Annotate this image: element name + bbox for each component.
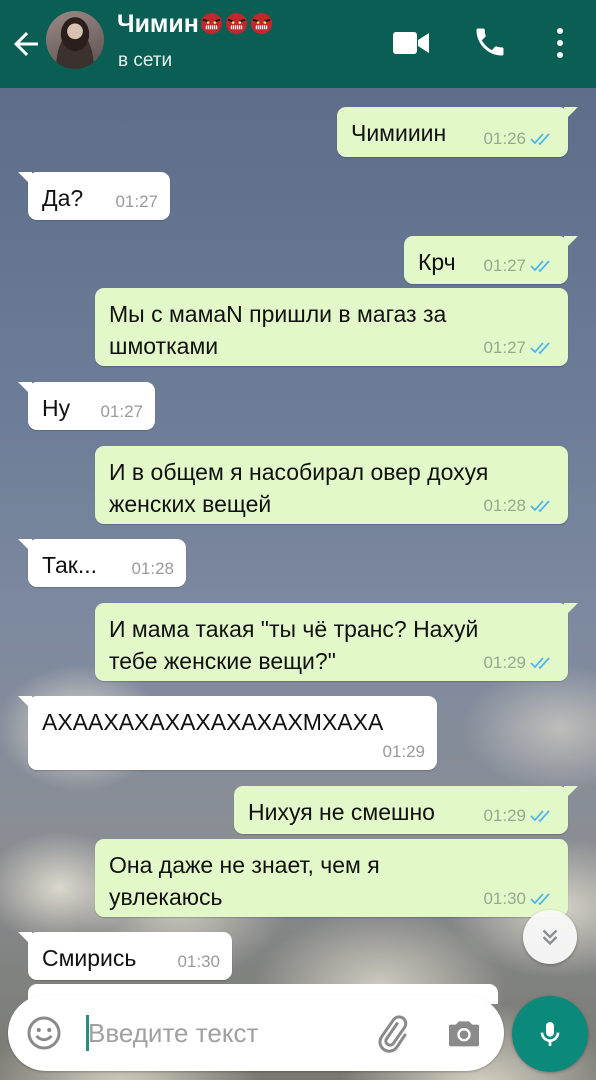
phone-icon[interactable] [472,24,508,60]
message-text: Она даже не знает, чем я увлекаюсь [109,849,380,913]
message-text-line: шмотками [109,333,219,359]
incoming-message[interactable]: Ну 01:27 [18,382,155,430]
message-text: Смирись [42,945,137,971]
incoming-message[interactable]: Да? 01:27 [18,172,170,220]
message-input[interactable]: Введите текст [88,1018,258,1049]
read-receipt-icon [530,342,550,355]
mic-button[interactable] [512,996,588,1072]
read-receipt-icon [530,810,550,823]
message-time: 01:29 [483,653,526,672]
message-time: 01:27 [483,256,526,275]
message-meta: 01:30 [177,952,220,972]
message-meta: 01:28 [483,496,556,516]
message-meta: 01:27 [483,256,556,276]
message-text-line: тебе женские вещи?" [109,648,336,674]
bubble-tail [564,603,578,617]
message-time: 01:27 [100,402,143,421]
message-text: Чимииин [351,120,447,146]
message-time: 01:29 [483,806,526,825]
message-time: 01:30 [177,952,220,971]
bubble-tail [18,539,32,553]
back-arrow-icon[interactable] [8,26,44,62]
message-meta: 01:26 [483,129,556,149]
message-text: АХААХАХАХАХАХАХАХМХАХА [42,709,384,735]
bubble-tail [564,236,578,250]
outgoing-message[interactable]: Мы с мамаN пришли в магаз за шмотками 01:2… [95,288,568,366]
camera-icon[interactable] [444,1013,484,1053]
message-text-line: увлекаюсь [109,884,223,910]
outgoing-message[interactable]: Крч 01:27 [404,236,578,284]
message-text: Нихуя не смешно [248,799,435,825]
read-receipt-icon [530,657,550,670]
message-meta: 01:27 [100,402,143,422]
outgoing-message[interactable]: Нихуя не смешно 01:29 [234,786,578,834]
more-vert-icon[interactable] [550,26,570,60]
message-text: И мама такая "ты чё транс? Нахуй тебе жен… [109,613,478,677]
message-meta: 01:27 [115,192,158,212]
message-meta: 01:29 [483,806,556,826]
message-text: Ну [42,395,71,421]
attach-icon[interactable] [372,1013,412,1053]
message-text: И в общем я насобирал овер дохуя женских … [109,456,488,520]
message-text-line: И мама такая "ты чё транс? Нахуй [109,616,479,642]
message-text-line: женских вещей [109,491,272,517]
chat-header: Чимин в сети [0,0,596,88]
message-time: 01:28 [131,559,174,578]
read-receipt-icon [530,893,550,906]
double-chevron-down-icon [542,929,558,946]
message-meta: 01:28 [131,559,174,579]
message-text: Мы с мамаN пришли в магаз за шмотками [109,298,446,362]
incoming-message[interactable]: АХААХАХАХАХАХАХАХМХАХА 01:29 [18,696,437,770]
bubble-tail [18,696,32,710]
goblin-emoji-group [200,12,275,42]
message-time: 01:30 [483,889,526,908]
message-time: 01:27 [115,192,158,211]
bubble-tail [18,382,32,396]
message-time: 01:28 [483,496,526,515]
scroll-down-button[interactable] [523,910,577,964]
message-text-line: Она даже не знает, чем я [109,852,380,878]
goblin-emoji-icon [200,12,222,35]
message-text-line: Мы с мамаN пришли в магаз за [109,301,447,327]
read-receipt-icon [530,500,550,513]
video-call-icon[interactable] [392,28,430,58]
message-meta: 01:29 [382,742,425,762]
emoji-icon[interactable] [26,1015,62,1051]
message-text: Крч [418,249,456,275]
incoming-message[interactable]: Смирись 01:30 [18,932,232,980]
message-text-line: И в общем я насобирал овер дохуя [109,459,489,485]
message-time: 01:29 [382,742,425,761]
message-text: Так... [42,552,98,578]
message-time: 01:27 [483,338,526,357]
outgoing-message[interactable]: Чимииин 01:26 [337,107,578,157]
goblin-emoji-icon [250,12,272,35]
outgoing-message[interactable]: И в общем я насобирал овер дохуя женских … [95,446,568,524]
message-meta: 01:27 [483,338,556,358]
contact-status: в сети [118,50,173,71]
message-meta: 01:30 [483,889,556,909]
message-time: 01:26 [483,129,526,148]
message-meta: 01:29 [483,653,556,673]
goblin-emoji-icon [225,12,247,35]
contact-avatar[interactable] [46,11,104,69]
incoming-message[interactable]: Так... 01:28 [18,539,186,587]
read-receipt-icon [530,133,550,146]
bubble-tail [564,786,578,800]
contact-name[interactable]: Чимин [117,10,275,42]
bubble-tail [18,932,32,946]
outgoing-message[interactable]: И мама такая "ты чё транс? Нахуй тебе жен… [95,603,578,681]
mic-icon [540,1022,560,1046]
outgoing-message[interactable]: Она даже не знает, чем я увлекаюсь 01:30 [95,839,568,917]
message-composer: Введите текст [8,995,504,1071]
read-receipt-icon [530,260,550,273]
bubble-tail [564,107,578,121]
bubble-tail [18,172,32,186]
message-text: Да? [42,185,84,211]
